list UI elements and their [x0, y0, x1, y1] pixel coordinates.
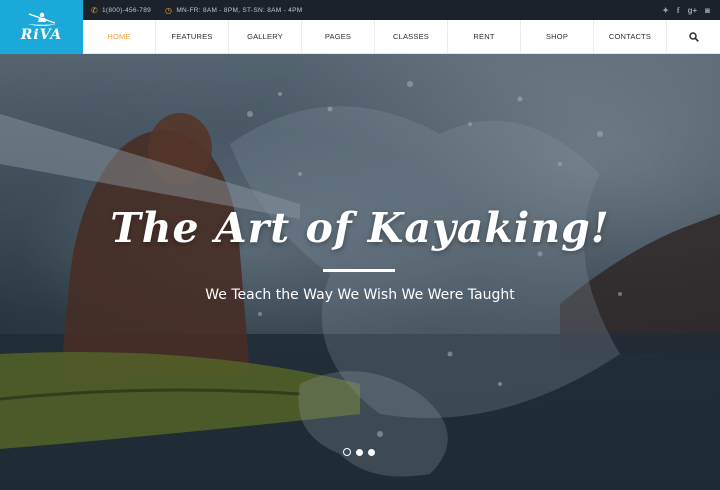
- nav-item-gallery[interactable]: GALLERY: [229, 20, 302, 53]
- logo-text: RiVA: [20, 27, 63, 43]
- search-icon: [688, 31, 699, 42]
- phone-number[interactable]: 1(800)-456-789: [102, 7, 151, 14]
- main-nav: HOME FEATURES GALLERY PAGES CLASSES RENT…: [83, 20, 720, 54]
- instagram-icon[interactable]: ◙: [705, 6, 710, 15]
- nav-item-contacts[interactable]: CONTACTS: [594, 20, 667, 53]
- hero-background-image: [0, 54, 720, 490]
- hero-title: The Art of Kayaking!: [110, 204, 610, 252]
- slider-dot-2[interactable]: [356, 448, 363, 456]
- google-plus-icon[interactable]: g+: [688, 6, 698, 15]
- clock-icon: ◷: [165, 5, 173, 15]
- logo[interactable]: RiVA: [0, 0, 83, 54]
- social-links: ✦ f g+ ◙: [662, 6, 720, 15]
- search-button[interactable]: [667, 20, 720, 53]
- slider-dot-3[interactable]: [368, 448, 375, 456]
- nav-item-home[interactable]: HOME: [83, 20, 156, 53]
- twitter-icon[interactable]: ✦: [662, 6, 669, 15]
- hero-subtitle: We Teach the Way We Wish We Were Taught: [205, 287, 515, 303]
- nav-item-classes[interactable]: CLASSES: [375, 20, 448, 53]
- nav-item-rent[interactable]: RENT: [448, 20, 521, 53]
- slider-pagination: [343, 448, 375, 456]
- hero-slider: The Art of Kayaking! We Teach the Way We…: [0, 54, 720, 490]
- nav-item-shop[interactable]: SHOP: [521, 20, 594, 53]
- phone-info: ✆ 1(800)-456-789: [91, 6, 151, 15]
- phone-icon: ✆: [91, 5, 99, 15]
- slider-dot-1[interactable]: [343, 448, 351, 456]
- nav-item-pages[interactable]: PAGES: [302, 20, 375, 53]
- hours-info: ◷ MN-FR: 8AM - 8PM, ST-SN: 8AM - 4PM: [165, 6, 302, 15]
- nav-item-features[interactable]: FEATURES: [156, 20, 229, 53]
- top-bar: ✆ 1(800)-456-789 ◷ MN-FR: 8AM - 8PM, ST-…: [83, 0, 720, 20]
- opening-hours: MN-FR: 8AM - 8PM, ST-SN: 8AM - 4PM: [176, 6, 303, 14]
- facebook-icon[interactable]: f: [677, 6, 680, 15]
- hero-divider: [323, 269, 395, 272]
